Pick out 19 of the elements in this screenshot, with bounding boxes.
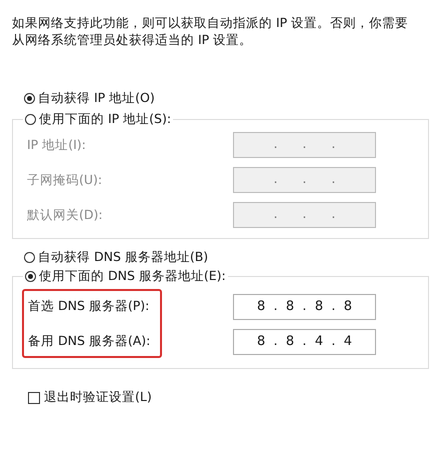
radio-option[interactable]: 自动获得 IP 地址(O) xyxy=(24,90,429,107)
field-label: 备用 DNS 服务器(A): xyxy=(28,332,150,350)
ip-address-field[interactable]: 8 . 8 . 4 . 4 xyxy=(233,329,376,355)
field-label: 子网掩码(U): xyxy=(27,171,103,189)
radio-icon[interactable] xyxy=(25,114,36,125)
radio-label[interactable]: 自动获得 DNS 服务器地址(B) xyxy=(38,249,208,266)
field-label: 默认网关(D): xyxy=(27,206,103,224)
field-label: IP 地址(I): xyxy=(27,136,87,154)
radio-icon[interactable] xyxy=(24,252,35,263)
radio-label[interactable]: 自动获得 IP 地址(O) xyxy=(38,90,155,107)
description-text: 如果网络支持此功能，则可以获取自动指派的 IP 设置。否则，你需要从网络系统管理员处获得适当的 IP 设置。 xyxy=(12,14,410,48)
radio-icon[interactable] xyxy=(25,271,36,282)
checkbox-label[interactable]: 退出时验证设置(L) xyxy=(44,389,152,406)
ip-address-field[interactable]: 8 . 8 . 8 . 8 xyxy=(233,294,376,320)
field-label: 首选 DNS 服务器(P): xyxy=(28,297,150,315)
checkbox-option[interactable]: 退出时验证设置(L) xyxy=(28,389,429,406)
radio-option[interactable]: 自动获得 DNS 服务器地址(B) xyxy=(24,249,429,266)
radio-icon[interactable] xyxy=(24,93,35,104)
checkbox[interactable] xyxy=(28,392,40,404)
